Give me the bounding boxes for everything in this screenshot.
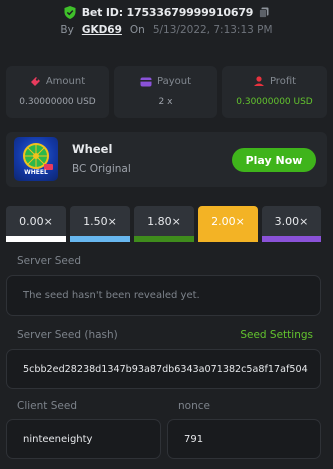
amount-stat: Amount 0.30000000 USD bbox=[6, 66, 109, 118]
multiplier-3.00[interactable]: 3.00× bbox=[262, 206, 321, 242]
server-seed-hash-value: 5cbb2ed28238d1347b93a87db6343a071382c5a8… bbox=[23, 363, 308, 375]
server-seed-placeholder: The seed hasn't been revealed yet. bbox=[23, 290, 200, 301]
payout-label: Payout bbox=[156, 76, 191, 87]
payout-stat: Payout 2 x bbox=[114, 66, 217, 118]
multiplier-label: 1.80× bbox=[147, 215, 181, 228]
nonce-field[interactable]: 791 bbox=[167, 419, 321, 459]
username-link[interactable]: GKD69 bbox=[82, 24, 122, 36]
multiplier-color-bar bbox=[198, 236, 258, 242]
server-seed-field[interactable]: The seed hasn't been revealed yet. bbox=[6, 275, 321, 316]
amount-label: Amount bbox=[45, 76, 86, 87]
profit-stat: Profit 0.30000000 USD bbox=[222, 66, 327, 118]
profit-icon bbox=[253, 76, 264, 86]
multiplier-1.80[interactable]: 1.80× bbox=[134, 206, 194, 242]
client-seed-label: Client Seed bbox=[17, 400, 77, 412]
multiplier-color-bar bbox=[134, 236, 194, 242]
multiplier-color-bar bbox=[6, 236, 66, 242]
thumbnail-caption: WHEEL bbox=[24, 169, 48, 176]
bet-author-row: By GKD69 On 5/13/2022, 7:13:13 PM bbox=[0, 22, 333, 38]
nonce-value: 791 bbox=[184, 433, 204, 445]
server-seed-hash-field[interactable]: 5cbb2ed28238d1347b93a87db6343a071382c5a8… bbox=[6, 349, 321, 389]
multiplier-2.00-selected[interactable]: 2.00× bbox=[198, 206, 258, 242]
wallet-icon bbox=[140, 77, 152, 86]
server-seed-label: Server Seed bbox=[17, 255, 82, 267]
copy-icon[interactable] bbox=[259, 7, 269, 18]
multiplier-label: 1.50× bbox=[83, 215, 117, 228]
amount-value: 0.30000000 USD bbox=[19, 97, 96, 107]
play-now-button[interactable]: Play Now bbox=[232, 148, 316, 172]
bet-id-label: Bet ID: 17533679999910679 bbox=[81, 5, 254, 19]
nonce-label: nonce bbox=[178, 400, 210, 412]
profit-label: Profit bbox=[269, 76, 297, 87]
game-provider: BC Original bbox=[72, 163, 131, 175]
shield-check-icon bbox=[64, 5, 76, 19]
profit-value: 0.30000000 USD bbox=[236, 97, 313, 107]
by-label: By bbox=[60, 24, 74, 36]
multiplier-color-bar bbox=[262, 236, 321, 242]
payout-value: 2 x bbox=[158, 97, 173, 107]
server-seed-hash-label: Server Seed (hash) bbox=[17, 329, 118, 341]
multiplier-color-bar bbox=[70, 236, 130, 242]
wheel-game-thumbnail[interactable]: WHEEL bbox=[14, 137, 58, 181]
game-card: WHEEL Wheel BC Original Play Now bbox=[6, 132, 327, 187]
multiplier-1.50[interactable]: 1.50× bbox=[70, 206, 130, 242]
client-seed-value: ninteeneighty bbox=[23, 433, 93, 445]
client-seed-field[interactable]: ninteeneighty bbox=[6, 419, 161, 459]
bet-timestamp: 5/13/2022, 7:13:13 PM bbox=[152, 24, 273, 36]
game-name: Wheel bbox=[72, 142, 113, 156]
on-label: On bbox=[129, 24, 145, 36]
multiplier-label: 0.00× bbox=[19, 215, 53, 228]
multiplier-label: 3.00× bbox=[274, 215, 309, 228]
multiplier-0.00[interactable]: 0.00× bbox=[6, 206, 66, 242]
amount-icon bbox=[30, 77, 40, 86]
seed-settings-link[interactable]: Seed Settings bbox=[240, 329, 313, 341]
multiplier-label: 2.00× bbox=[211, 215, 245, 228]
bet-id-row: Bet ID: 17533679999910679 bbox=[0, 3, 333, 21]
